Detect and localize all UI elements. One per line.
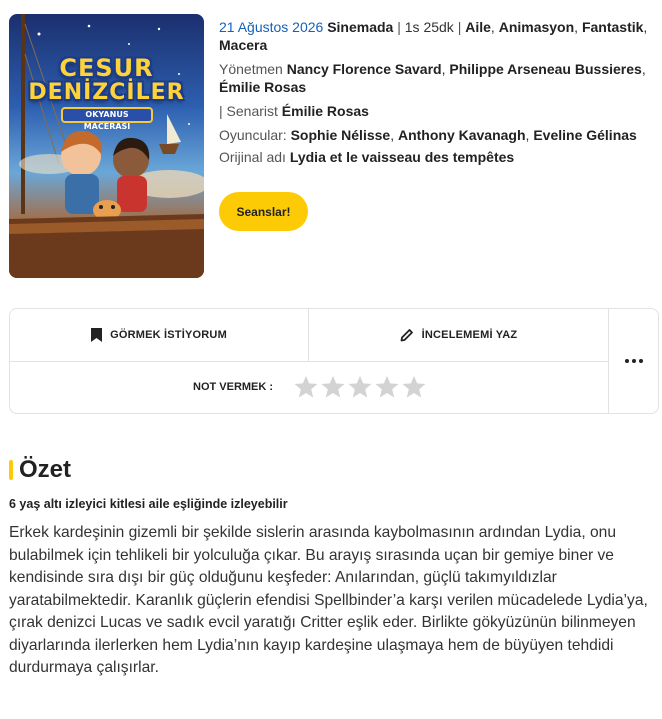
poster-title-line2: DENİZCİLER — [28, 80, 185, 105]
director-link[interactable]: Émilie Rosas — [219, 79, 306, 95]
movie-poster[interactable]: CESUR DENİZCİLER OKYANUS MACERASI — [9, 14, 204, 278]
release-status: Sinemada — [327, 19, 394, 35]
rate-label: NOT VERMEK : — [193, 381, 274, 393]
rating-stars — [293, 375, 428, 399]
want-to-see-label: GÖRMEK İSTİYORUM — [110, 329, 227, 341]
writer-label: Senarist — [226, 103, 278, 119]
more-dots-icon — [625, 359, 629, 363]
more-options-button[interactable] — [609, 309, 659, 413]
poster-subtitle: OKYANUS MACERASI — [61, 107, 153, 131]
writer-line: | Senarist Émilie Rosas — [219, 103, 369, 119]
genre-link[interactable]: Fantastik — [582, 19, 643, 35]
movie-meta: 21 Ağustos 2026 Sinemada | 1s 25dk | Ail… — [219, 18, 649, 170]
genre-link[interactable]: Animasyon — [499, 19, 574, 35]
sessions-button[interactable]: Seanslar! — [219, 192, 308, 231]
write-review-label: İNCELEMEMİ YAZ — [421, 329, 518, 341]
synopsis-text: Erkek kardeşinin gizemli bir şekilde sis… — [9, 524, 648, 676]
director-label: Yönetmen — [219, 61, 283, 77]
original-title-label: Orijinal adı — [219, 149, 286, 165]
genre-link[interactable]: Aile — [465, 19, 491, 35]
star-icon[interactable] — [347, 375, 373, 399]
cast-label: Oyuncular: — [219, 127, 287, 143]
cast-line: Oyuncular: Sophie Nélisse, Anthony Kavan… — [219, 127, 637, 143]
cast-link[interactable]: Anthony Kavanagh — [398, 127, 526, 143]
summary-heading: Özet — [19, 456, 72, 483]
summary-header: Özet — [9, 456, 71, 484]
genre-link[interactable]: Macera — [219, 37, 267, 53]
original-title-line: Orijinal adı Lydia et le vaisseau des te… — [219, 148, 649, 166]
star-icon[interactable] — [293, 375, 319, 399]
pencil-icon — [400, 328, 414, 342]
want-to-see-button[interactable]: GÖRMEK İSTİYORUM — [10, 309, 308, 361]
bookmark-icon — [91, 328, 103, 342]
director-link[interactable]: Nancy Florence Savard — [287, 61, 442, 77]
cast-link[interactable]: Sophie Nélisse — [291, 127, 391, 143]
star-icon[interactable] — [374, 375, 400, 399]
write-review-button[interactable]: İNCELEMEMİ YAZ — [309, 309, 608, 361]
duration: 1s 25dk — [404, 19, 454, 35]
star-icon[interactable] — [401, 375, 427, 399]
director-link[interactable]: Philippe Arseneau Bussieres — [449, 61, 641, 77]
cast-link[interactable]: Eveline Gélinas — [533, 127, 637, 143]
star-icon[interactable] — [320, 375, 346, 399]
release-line: 21 Ağustos 2026 Sinemada | 1s 25dk | Ail… — [219, 19, 648, 53]
accent-bar — [9, 460, 13, 480]
writer-link[interactable]: Émilie Rosas — [282, 103, 369, 119]
poster-title-line1: CESUR — [59, 54, 154, 82]
original-title: Lydia et le vaisseau des tempêtes — [289, 149, 515, 165]
user-actions-panel: GÖRMEK İSTİYORUM İNCELEMEMİ YAZ NOT VERM… — [9, 308, 659, 414]
release-date[interactable]: 21 Ağustos 2026 — [219, 19, 323, 35]
age-rating-note: 6 yaş altı izleyici kitlesi aile eşliğin… — [9, 497, 288, 511]
director-line: Yönetmen Nancy Florence Savard, Philippe… — [219, 61, 646, 95]
